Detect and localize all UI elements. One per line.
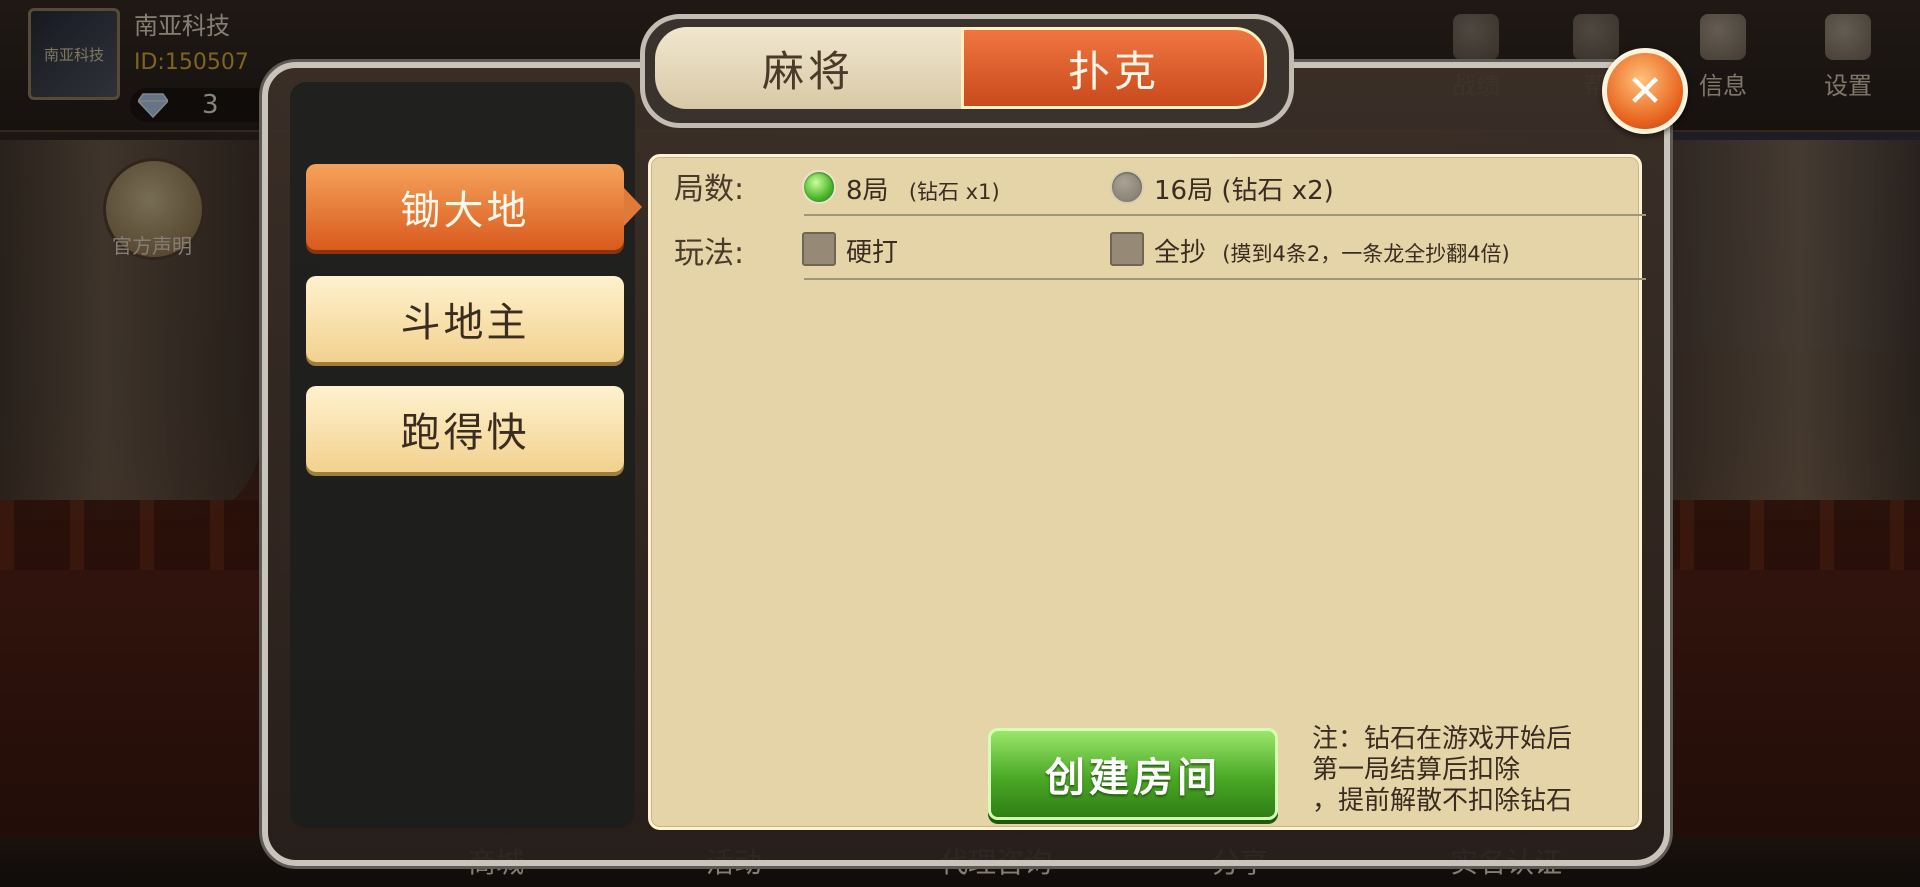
round-8-label: 8局 (钻石 x1) [846, 170, 1000, 207]
game-doudizhu-button[interactable]: 斗地主 [306, 276, 624, 362]
round-16-radio[interactable] [1110, 170, 1144, 204]
round-8-radio[interactable] [802, 170, 836, 204]
category-tabs: 麻将 扑克 [640, 14, 1294, 128]
note-line: 第一局结算后扣除 [1312, 755, 1521, 785]
note-line: ，提前解散不扣除钻石 [1312, 786, 1573, 816]
note-line: 注：钻石在游戏开始后 [1312, 724, 1573, 754]
round-8-text: 8局 [846, 176, 889, 206]
hard-play-label: 硬打 [846, 238, 899, 268]
game-paodekuai-button[interactable]: 跑得快 [306, 386, 624, 472]
tab-poker[interactable]: 扑克 [961, 27, 1267, 109]
hard-play-checkbox[interactable] [802, 232, 836, 266]
diamond-note: 注：钻石在游戏开始后 第一局结算后扣除 ，提前解散不扣除钻石 [1312, 724, 1642, 817]
create-room-button[interactable]: 创建房间 [988, 728, 1278, 820]
copy-all-extra: (摸到4条2，一条龙全抄翻4倍) [1222, 242, 1510, 266]
game-chudadi-button[interactable]: 锄大地 [306, 164, 642, 250]
copy-all-text: 全抄 [1154, 238, 1207, 268]
tab-mahjong[interactable]: 麻将 [655, 27, 961, 109]
copy-all-checkbox[interactable] [1110, 232, 1144, 266]
copy-all-label: 全抄 (摸到4条2，一条龙全抄翻4倍) [1154, 232, 1510, 269]
round-8-cost: (钻石 x1) [908, 180, 1000, 204]
close-button[interactable]: ✕ [1602, 48, 1688, 134]
round-16-label: 16局 (钻石 x2) [1154, 176, 1334, 206]
divider [804, 214, 1646, 216]
divider [804, 278, 1646, 280]
close-icon: ✕ [1626, 65, 1664, 117]
rounds-label: 局数: [674, 172, 745, 207]
rules-label: 玩法: [674, 236, 745, 271]
